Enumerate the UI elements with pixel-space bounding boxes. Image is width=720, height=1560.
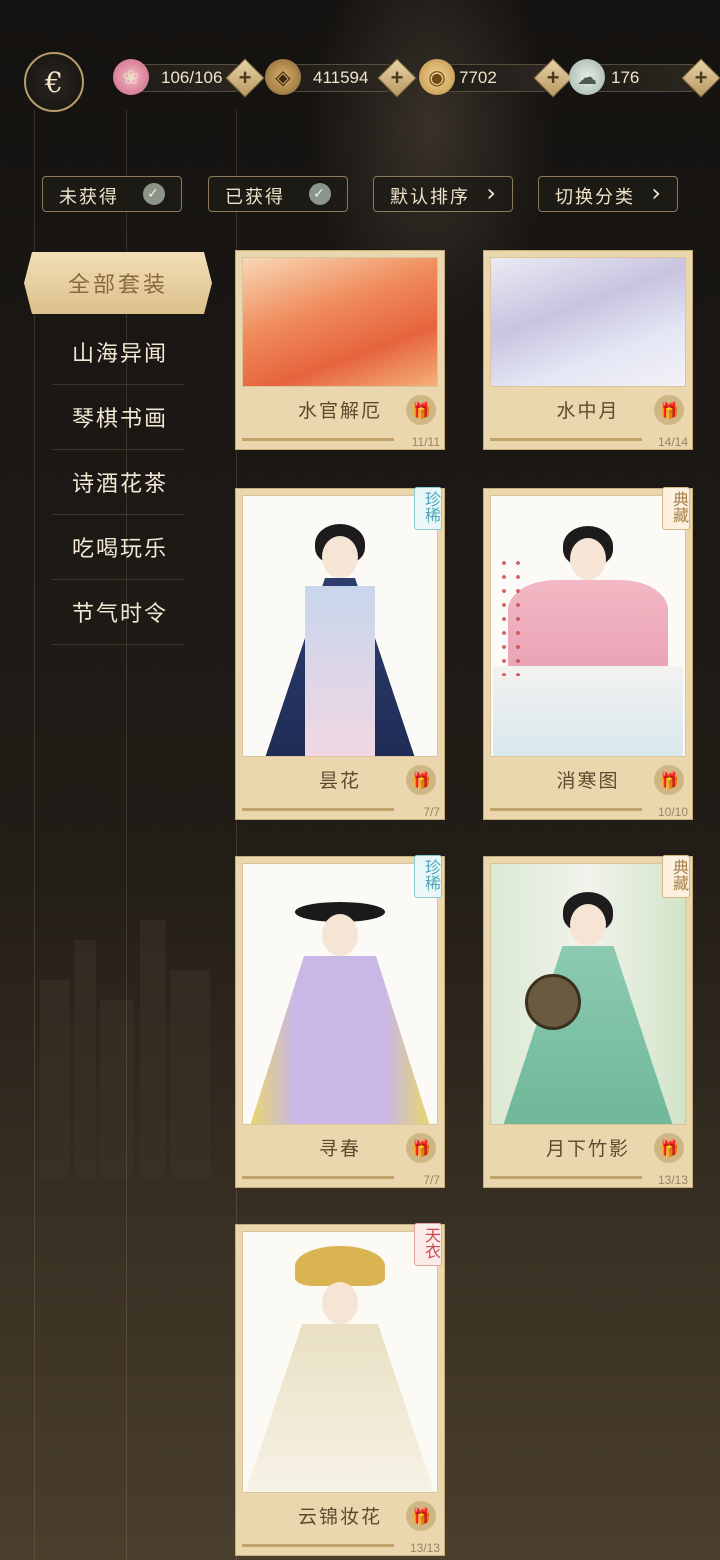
sort-button[interactable]: 默认排序 ›	[373, 176, 513, 212]
filter-unobtained-label: 未获得	[59, 187, 119, 208]
jade-icon: ☁	[569, 59, 605, 95]
resource-coin: ◈ 411594 +	[265, 58, 417, 98]
gift-icon[interactable]: 🎁	[406, 1501, 436, 1531]
background-city-silhouette	[40, 920, 220, 1180]
check-icon: ✓	[309, 183, 331, 205]
back-button[interactable]: €	[24, 52, 84, 112]
gift-icon[interactable]: 🎁	[654, 1133, 684, 1163]
category-item[interactable]: 节气时令	[52, 580, 184, 645]
back-arrow-icon: €	[45, 65, 63, 99]
suit-count: 11/11	[411, 435, 440, 449]
suit-card[interactable]: 水中月 🎁 14/14	[483, 250, 693, 450]
resource-gold: ◉ 7702 +	[419, 58, 573, 98]
add-jade-button[interactable]: +	[681, 58, 720, 98]
rarity-tag: 天衣	[414, 1223, 442, 1266]
sort-label: 默认排序	[390, 187, 470, 208]
rarity-tag: 典藏	[662, 855, 690, 898]
progress-bar	[242, 1176, 394, 1179]
rarity-tag: 典藏	[662, 487, 690, 530]
filter-unobtained[interactable]: 未获得 ✓	[42, 176, 182, 212]
gift-icon[interactable]: 🎁	[654, 765, 684, 795]
suit-image	[490, 495, 686, 757]
suit-count: 7/7	[423, 805, 440, 819]
decor-line	[34, 110, 35, 1560]
gift-icon[interactable]: 🎁	[406, 395, 436, 425]
category-item[interactable]: 琴棋书画	[52, 385, 184, 450]
gold-value: 7702	[459, 68, 497, 87]
stamina-value: 106/106	[161, 68, 223, 87]
chevron-right-icon: ›	[486, 179, 498, 207]
gold-ingot-icon: ◉	[419, 59, 455, 95]
progress-bar	[490, 1176, 642, 1179]
suit-card[interactable]: 珍稀 寻春 🎁 7/7	[235, 855, 445, 1188]
suit-card[interactable]: 典藏 消寒图 🎁 10/10	[483, 487, 693, 820]
add-gold-button[interactable]: +	[533, 58, 573, 98]
switch-category-label: 切换分类	[555, 187, 635, 208]
suit-card[interactable]: 天衣 云锦妆花 🎁 13/13	[235, 1223, 445, 1556]
progress-bar	[242, 808, 394, 811]
gift-icon[interactable]: 🎁	[406, 1133, 436, 1163]
suit-count: 10/10	[657, 805, 688, 819]
suit-count: 7/7	[423, 1173, 440, 1187]
suit-image	[242, 495, 438, 757]
rarity-tag: 珍稀	[414, 487, 442, 530]
gift-icon[interactable]: 🎁	[654, 395, 684, 425]
check-icon: ✓	[143, 183, 165, 205]
category-item[interactable]: 吃喝玩乐	[52, 515, 184, 580]
suit-image	[490, 257, 686, 387]
suit-count: 14/14	[657, 435, 688, 449]
progress-bar	[242, 1544, 394, 1547]
coin-value: 411594	[313, 68, 369, 87]
progress-bar	[242, 438, 394, 441]
suit-count: 13/13	[409, 1541, 440, 1555]
gift-icon[interactable]: 🎁	[406, 765, 436, 795]
suit-image	[242, 257, 438, 387]
coin-icon: ◈	[265, 59, 301, 95]
suit-card[interactable]: 典藏 月下竹影 🎁 13/13	[483, 855, 693, 1188]
suit-image	[242, 863, 438, 1125]
jade-value: 176	[611, 68, 640, 87]
resource-stamina: ❀ 106/106 +	[113, 58, 265, 98]
suit-card[interactable]: 水官解厄 🎁 11/11	[235, 250, 445, 450]
suit-image	[242, 1231, 438, 1493]
lotus-icon: ❀	[113, 59, 149, 95]
rarity-tag: 珍稀	[414, 855, 442, 898]
switch-category-button[interactable]: 切换分类 ›	[538, 176, 678, 212]
chevron-right-icon: ›	[651, 179, 663, 207]
suit-image	[490, 863, 686, 1125]
category-all-suits[interactable]: 全部套装	[24, 252, 212, 314]
category-item[interactable]: 诗酒花茶	[52, 450, 184, 515]
filter-obtained-label: 已获得	[225, 187, 285, 208]
suit-card[interactable]: 珍稀 昙花 🎁 7/7	[235, 487, 445, 820]
progress-bar	[490, 438, 642, 441]
suit-count: 13/13	[657, 1173, 688, 1187]
add-stamina-button[interactable]: +	[225, 58, 265, 98]
resource-jade: ☁ 176 +	[569, 58, 720, 98]
filter-obtained[interactable]: 已获得 ✓	[208, 176, 348, 212]
category-item[interactable]: 山海异闻	[52, 320, 184, 385]
progress-bar	[490, 808, 642, 811]
